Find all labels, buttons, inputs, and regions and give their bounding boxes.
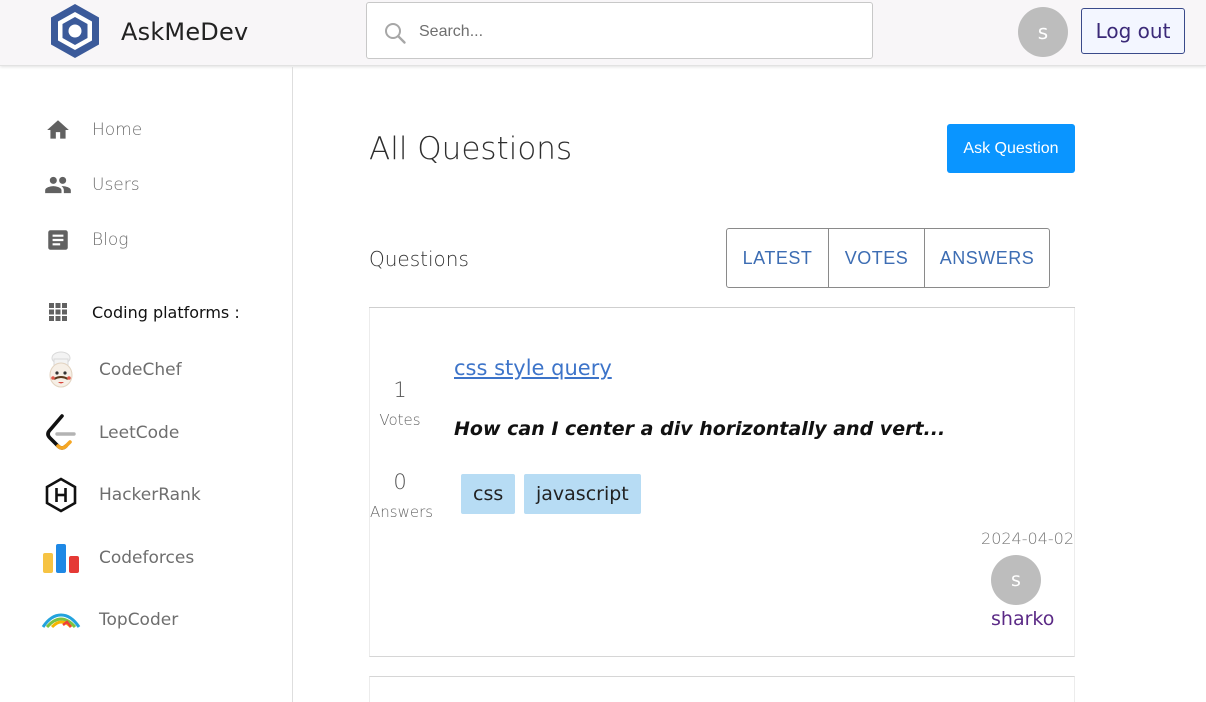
question-card xyxy=(369,676,1075,702)
sort-answers-button[interactable]: ANSWERS xyxy=(924,229,1049,287)
topcoder-logo xyxy=(40,599,82,641)
apps-grid-icon xyxy=(44,298,72,326)
platform-label: TopCoder xyxy=(99,610,179,630)
sort-toggle-group: LATEST VOTES ANSWERS xyxy=(726,228,1050,288)
ask-question-button[interactable]: Ask Question xyxy=(947,124,1075,173)
tag-javascript[interactable]: javascript xyxy=(524,474,641,514)
platform-codechef[interactable]: CodeChef xyxy=(40,349,182,391)
search-input[interactable] xyxy=(419,17,849,47)
leetcode-logo xyxy=(40,412,82,454)
platform-label: LeetCode xyxy=(99,423,180,443)
page-title: All Questions xyxy=(369,131,573,167)
sort-votes-button[interactable]: VOTES xyxy=(828,229,924,287)
question-card: 1 Votes 0 Answers css style query How ca… xyxy=(369,308,1075,657)
askmedev-logo-icon[interactable] xyxy=(48,2,102,60)
coding-platforms-heading: Coding platforms : xyxy=(44,297,240,327)
logout-button[interactable]: Log out xyxy=(1081,8,1185,54)
search-icon xyxy=(383,21,407,45)
platform-topcoder[interactable]: TopCoder xyxy=(40,599,178,641)
codechef-logo xyxy=(40,349,82,391)
platform-label: Codeforces xyxy=(99,548,195,568)
vote-count: 1 xyxy=(393,378,407,402)
sidebar: Home Users Blog Coding platforms : CodeC… xyxy=(0,67,293,702)
questions-subheading: Questions xyxy=(369,247,469,271)
platform-label: CodeChef xyxy=(99,360,182,380)
sidebar-item-label: Users xyxy=(92,175,140,195)
platform-leetcode[interactable]: LeetCode xyxy=(40,412,179,454)
codeforces-logo xyxy=(40,537,82,579)
section-label: Coding platforms : xyxy=(92,302,240,322)
platform-codeforces[interactable]: Codeforces xyxy=(40,537,194,579)
hackerrank-logo xyxy=(40,474,82,516)
sidebar-item-label: Home xyxy=(92,120,143,140)
search-box[interactable] xyxy=(366,2,873,59)
article-icon xyxy=(44,226,72,254)
sort-latest-button[interactable]: LATEST xyxy=(727,229,828,287)
sidebar-item-home[interactable]: Home xyxy=(44,115,142,145)
author-name-link[interactable]: sharko xyxy=(991,608,1054,630)
answer-count: 0 xyxy=(393,470,407,494)
home-icon xyxy=(44,116,72,144)
votes-label: Votes xyxy=(379,411,421,429)
author-avatar[interactable]: s xyxy=(991,555,1041,605)
users-icon xyxy=(44,171,72,199)
tag-css[interactable]: css xyxy=(461,474,516,514)
answers-label: Answers xyxy=(370,503,434,521)
top-header: AskMeDev s Log out xyxy=(0,0,1206,66)
brand-name[interactable]: AskMeDev xyxy=(121,18,248,46)
sidebar-item-blog[interactable]: Blog xyxy=(44,225,128,255)
sidebar-item-label: Blog xyxy=(92,230,129,250)
question-excerpt: How can I center a div horizontally and … xyxy=(454,418,946,440)
question-title-link[interactable]: css style query xyxy=(454,356,612,380)
question-date: 2024-04-02 xyxy=(981,529,1074,548)
sidebar-item-users[interactable]: Users xyxy=(44,170,140,200)
user-avatar[interactable]: s xyxy=(1018,7,1068,57)
platform-hackerrank[interactable]: HackerRank xyxy=(40,474,201,516)
platform-label: HackerRank xyxy=(99,485,201,505)
